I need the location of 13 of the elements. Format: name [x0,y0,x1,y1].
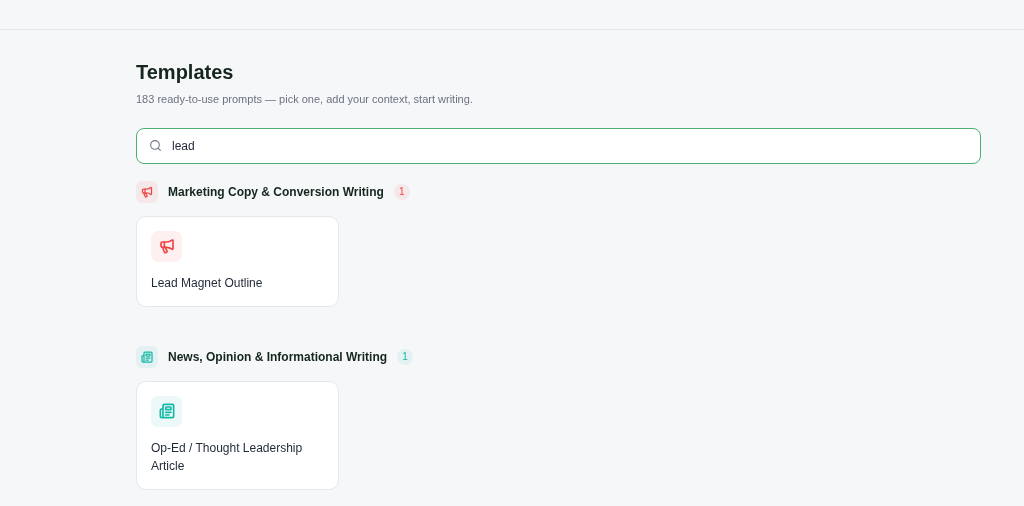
search-field[interactable]: lead [136,127,981,164]
page-title: Templates [136,60,235,84]
category-title: Marketing Copy & Conversion Writing [168,183,384,201]
search-input[interactable]: lead [172,136,968,155]
count-badge: 1 [397,348,414,365]
template-card[interactable]: Op-Ed / Thought Leadership Article [136,380,339,490]
page-subtitle: 183 ready-to-use prompts — pick one, add your context, start writing. [136,92,474,107]
category-title: News, Opinion & Informational Writing [168,348,388,366]
count-badge: 1 [393,183,410,200]
search-icon [149,139,162,152]
megaphone-icon [141,185,153,198]
template-card[interactable]: Lead Magnet Outline [136,215,339,307]
newspaper-icon [141,350,153,363]
